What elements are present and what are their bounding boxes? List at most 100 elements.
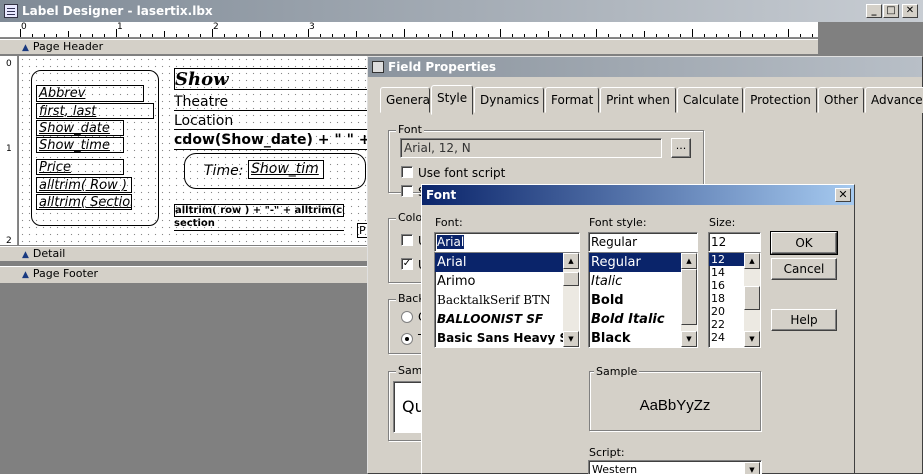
tab-dynamics[interactable]: Dynamics [474, 87, 544, 113]
ruler-tick [104, 34, 105, 37]
size-list-scrollbar[interactable]: ▲ ▼ [744, 253, 760, 347]
ruler-tick [692, 29, 693, 37]
ruler-tick [620, 34, 621, 37]
field-section-2[interactable]: section [174, 218, 344, 231]
font-style-list[interactable]: Regular Italic Bold Bold Italic Black ▲ … [588, 252, 698, 348]
script-label: Script: [589, 446, 625, 459]
font-browse-button[interactable]: ... [671, 138, 691, 158]
ruler-tick [608, 34, 609, 37]
tab-format[interactable]: Format [545, 87, 599, 113]
scroll-up-arrow-icon[interactable]: ▲ [681, 253, 697, 269]
tab-advanced[interactable]: Advanced [865, 87, 923, 113]
ruler-tick [284, 34, 285, 37]
collapse-up-icon: ▲ [22, 250, 29, 260]
ok-button[interactable]: OK [770, 231, 838, 255]
ruler-tick [164, 31, 165, 37]
back-radio-2[interactable] [401, 333, 413, 345]
ruler-tick [584, 34, 585, 37]
font-list-scrollbar[interactable]: ▲ ▼ [563, 253, 579, 347]
field-show-date[interactable]: Show_date [36, 120, 124, 136]
ruler-tick [152, 34, 153, 37]
scroll-up-arrow-icon[interactable]: ▲ [744, 253, 760, 269]
color-checkbox-1[interactable] [401, 234, 413, 246]
scroll-thumb[interactable] [681, 269, 697, 325]
scroll-thumb[interactable] [744, 286, 760, 310]
window-title: Label Designer - lasertix.lbx [22, 4, 213, 18]
tab-general[interactable]: General [380, 87, 433, 113]
scroll-thumb[interactable] [563, 272, 579, 286]
band-label: Detail [32, 247, 66, 260]
font-option[interactable]: Arial [435, 253, 579, 272]
ruler-tick [752, 34, 753, 37]
tab-other[interactable]: Other [818, 87, 864, 113]
tab-print-when[interactable]: Print when [600, 87, 676, 113]
use-font-script-label: Use font script [418, 166, 506, 180]
font-name-label: Font: [435, 216, 463, 229]
second-checkbox[interactable] [401, 185, 413, 197]
font-option[interactable]: Arimo [435, 272, 579, 291]
use-font-script-checkbox[interactable] [401, 166, 413, 178]
ruler-tick [464, 34, 465, 37]
close-button[interactable]: ✕ [902, 4, 918, 18]
chevron-down-icon[interactable]: ▼ [744, 462, 760, 474]
font-size-input[interactable]: 12 [708, 232, 761, 252]
script-select[interactable]: Western ▼ [588, 460, 762, 474]
ruler-tick [392, 34, 393, 37]
scroll-up-arrow-icon[interactable]: ▲ [563, 253, 579, 269]
font-name-list[interactable]: Arial Arimo BacktalkSerif BTN BALLOONIST… [434, 252, 580, 348]
field-abbrev[interactable]: Abbrev [36, 85, 144, 102]
style-list-scrollbar[interactable]: ▲ ▼ [681, 253, 697, 347]
scroll-down-arrow-icon[interactable]: ▼ [563, 331, 579, 347]
ruler-tick [80, 34, 81, 37]
tab-protection[interactable]: Protection [744, 87, 817, 113]
font-sample-text: AaBbYyZz [639, 397, 711, 414]
field-show-time-2[interactable]: Show_tim [248, 160, 324, 179]
minimize-button[interactable]: _ [866, 4, 882, 18]
field-show[interactable]: Show [174, 68, 384, 90]
collapse-up-icon: ▲ [22, 43, 29, 53]
label-canvas[interactable]: Abbrev first, last Show_date Show_time P… [19, 56, 384, 245]
scroll-down-arrow-icon[interactable]: ▼ [744, 331, 760, 347]
font-option[interactable]: BacktalkSerif BTN [435, 291, 579, 310]
font-option[interactable]: BALLOONIST SF [435, 310, 579, 329]
band-page-header[interactable]: ▲ Page Header [0, 39, 818, 55]
font-style-label: Font style: [589, 216, 647, 229]
field-row-expression[interactable]: alltrim( row ) + "-" + alltrim(colu [174, 204, 344, 217]
field-first-last[interactable]: first, last [36, 103, 154, 119]
field-theatre[interactable]: Theatre [174, 94, 384, 111]
field-cdow-expression[interactable]: cdow(Show_date) + " " + [174, 132, 384, 150]
help-button[interactable]: Help [771, 309, 837, 331]
font-option[interactable]: Basic Sans Heavy SF [435, 329, 579, 347]
field-location[interactable]: Location [174, 113, 384, 130]
field-section[interactable]: alltrim( Section [36, 194, 132, 210]
ruler-tick [428, 34, 429, 37]
font-dialog-close-button[interactable]: ✕ [835, 188, 851, 202]
ruler-tick [176, 34, 177, 37]
back-radio-1[interactable] [401, 311, 413, 323]
cancel-button[interactable]: Cancel [771, 258, 837, 280]
tab-style[interactable]: Style [431, 85, 473, 115]
font-dialog-title-bar: Font ✕ [422, 185, 854, 205]
ruler-tick [788, 29, 789, 37]
ruler-tick [308, 29, 309, 37]
ruler-corner [818, 22, 923, 52]
vruler-mark-0: 0 [6, 59, 12, 69]
font-style-input[interactable]: Regular [588, 232, 698, 252]
maximize-button[interactable]: □ [883, 4, 899, 18]
ruler-tick [92, 34, 93, 37]
band-label: Page Footer [32, 267, 99, 280]
horizontal-ruler: 0 1 2 3 [0, 22, 923, 38]
ruler-tick [344, 34, 345, 37]
field-row[interactable]: alltrim( Row ) [36, 177, 132, 193]
font-name-input[interactable]: Arial [434, 232, 580, 252]
color-checkbox-2[interactable]: ✓ [401, 258, 413, 270]
field-price[interactable]: Price [36, 159, 124, 175]
app-icon [4, 4, 18, 18]
tab-calculate[interactable]: Calculate [677, 87, 743, 113]
scroll-down-arrow-icon[interactable]: ▼ [681, 331, 697, 347]
ruler-tick [656, 34, 657, 37]
ruler-tick [572, 34, 573, 37]
font-size-list[interactable]: 12 14 16 18 20 22 24 ▲ ▼ [708, 252, 761, 348]
field-show-time[interactable]: Show_time [36, 137, 124, 153]
dialog-icon [372, 61, 384, 73]
